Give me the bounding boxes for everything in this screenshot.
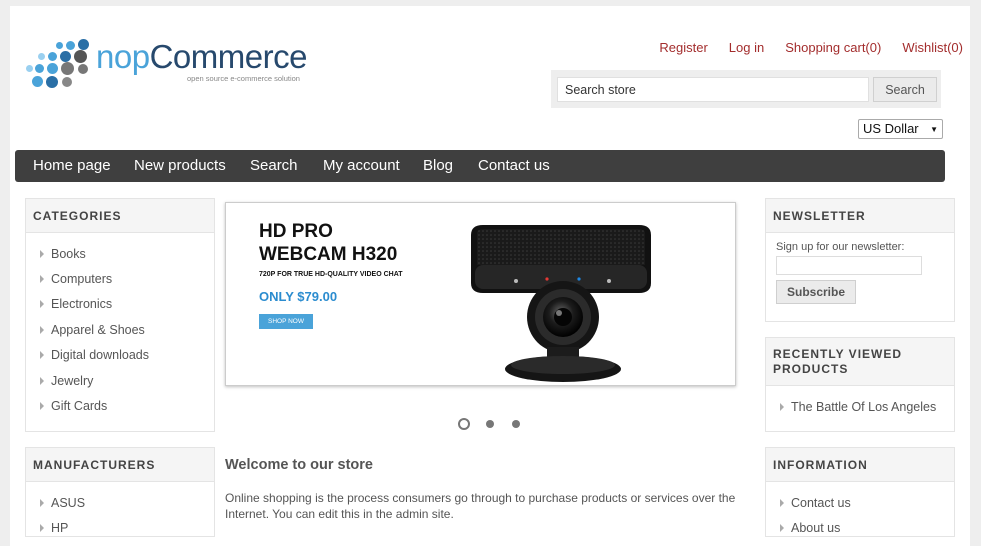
slider-dot-3[interactable] [512, 420, 520, 428]
category-link[interactable]: Digital downloads [51, 348, 149, 362]
chevron-right-icon [780, 498, 784, 507]
chevron-right-icon [40, 325, 44, 334]
nav-my-account[interactable]: My account [323, 157, 400, 174]
logo-tagline: open source e-commerce solution [187, 74, 300, 83]
chevron-right-icon [780, 524, 784, 533]
category-item[interactable]: Apparel & Shoes [40, 317, 214, 342]
manufacturer-link[interactable]: HP [51, 521, 68, 535]
slider-dot-2[interactable] [486, 420, 494, 428]
subscribe-button[interactable]: Subscribe [776, 280, 856, 304]
category-link[interactable]: Gift Cards [51, 399, 107, 413]
nav-contact-us[interactable]: Contact us [478, 157, 550, 174]
information-item[interactable]: Contact us [780, 490, 954, 515]
chevron-right-icon [40, 376, 44, 385]
currency-selected: US Dollar [863, 121, 919, 136]
product-link[interactable]: The Battle Of Los Angeles [791, 400, 936, 414]
logo-wordmark: nopCommerce [96, 38, 307, 75]
dropdown-arrow-icon: ▼ [930, 125, 938, 134]
category-item[interactable]: Computers [40, 266, 214, 291]
information-link[interactable]: About us [791, 521, 840, 535]
category-item[interactable]: Books [40, 241, 214, 266]
slide-price: ONLY $79.00 [259, 289, 338, 304]
categories-block: Categories Books Computers Electronics A… [25, 198, 215, 432]
category-link[interactable]: Apparel & Shoes [51, 323, 145, 337]
categories-title: Categories [26, 199, 214, 233]
chevron-right-icon [40, 300, 44, 309]
information-block: Information Contact us About us [765, 447, 955, 537]
slide-title: HD PRO WEBCAM H320 [259, 221, 398, 265]
welcome-title: Welcome to our store [225, 457, 373, 473]
chevron-right-icon [780, 402, 784, 411]
newsletter-email-field[interactable] [776, 256, 922, 275]
recently-viewed-item[interactable]: The Battle Of Los Angeles [780, 394, 954, 419]
shop-now-button[interactable]: SHOP NOW [259, 314, 313, 329]
newsletter-title: Newsletter [766, 199, 954, 233]
category-link[interactable]: Books [51, 247, 86, 261]
manufacturer-item[interactable]: HP [40, 515, 214, 540]
category-item[interactable]: Digital downloads [40, 343, 214, 368]
currency-selector[interactable]: US Dollar ▼ [858, 119, 943, 139]
slider-pager [448, 418, 520, 430]
information-link[interactable]: Contact us [791, 496, 851, 510]
chevron-right-icon [40, 249, 44, 258]
category-link[interactable]: Jewelry [51, 374, 93, 388]
webcam-image [471, 225, 651, 382]
header-links: Register Log in Shopping cart(0) Wishlis… [659, 40, 963, 55]
slide-subtitle: 720P FOR TRUE HD-QUALITY VIDEO CHAT [259, 271, 403, 278]
chevron-right-icon [40, 275, 44, 284]
wishlist-link[interactable]: Wishlist(0) [902, 40, 963, 55]
category-item[interactable]: Gift Cards [40, 393, 214, 418]
nav-blog[interactable]: Blog [423, 157, 453, 174]
category-link[interactable]: Electronics [51, 297, 112, 311]
search-button[interactable]: Search [873, 77, 937, 102]
home-slider[interactable]: HD PRO WEBCAM H320 720P FOR TRUE HD-QUALI… [225, 202, 736, 386]
register-link[interactable]: Register [659, 40, 707, 55]
recently-viewed-block: Recently viewed products The Battle Of L… [765, 337, 955, 432]
shopping-cart-link[interactable]: Shopping cart(0) [785, 40, 881, 55]
welcome-text: Online shopping is the process consumers… [225, 491, 736, 521]
manufacturers-block: Manufacturers ASUS HP [25, 447, 215, 537]
search-box: Search [551, 70, 941, 108]
nav-new-products[interactable]: New products [134, 157, 226, 174]
main-navigation: Home page New products Search My account… [15, 150, 945, 182]
information-item[interactable]: About us [780, 515, 954, 540]
recently-viewed-title: Recently viewed products [766, 338, 954, 386]
manufacturers-title: Manufacturers [26, 448, 214, 482]
newsletter-label: Sign up for our newsletter: [776, 241, 905, 253]
category-link[interactable]: Computers [51, 272, 112, 286]
newsletter-block: Newsletter Sign up for our newsletter: S… [765, 198, 955, 322]
store-logo[interactable]: nopCommerce open source e-commerce solut… [22, 36, 322, 92]
login-link[interactable]: Log in [729, 40, 764, 55]
chevron-right-icon [40, 402, 44, 411]
search-input[interactable] [557, 77, 869, 102]
chevron-right-icon [40, 524, 44, 533]
category-item[interactable]: Electronics [40, 292, 214, 317]
category-item[interactable]: Jewelry [40, 368, 214, 393]
nav-home-page[interactable]: Home page [33, 157, 111, 174]
chevron-right-icon [40, 351, 44, 360]
manufacturer-link[interactable]: ASUS [51, 496, 85, 510]
information-title: Information [766, 448, 954, 482]
nav-search[interactable]: Search [250, 157, 298, 174]
manufacturer-item[interactable]: ASUS [40, 490, 214, 515]
chevron-right-icon [40, 498, 44, 507]
slider-dot-1[interactable] [458, 418, 470, 430]
